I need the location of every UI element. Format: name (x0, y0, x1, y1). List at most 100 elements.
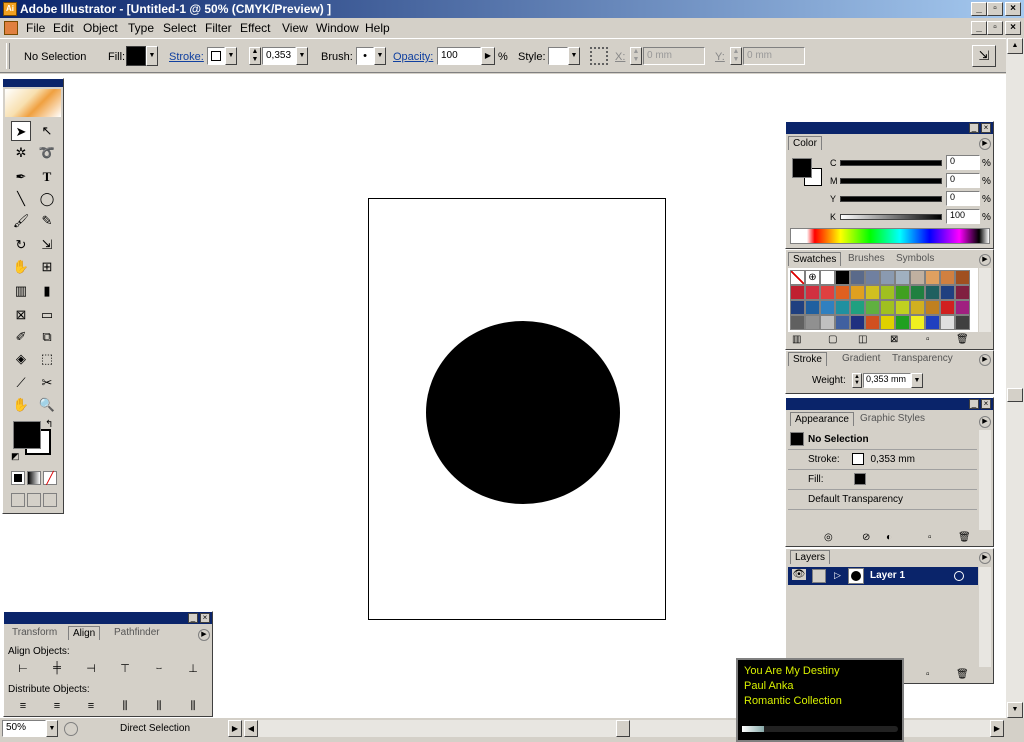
slice-tool-icon[interactable]: ⟋ (11, 373, 31, 393)
swatches-scrollbar[interactable] (979, 268, 991, 332)
color-fill-proxy[interactable] (792, 158, 812, 178)
appearance-close-icon[interactable]: × (981, 399, 991, 409)
delete-item-icon[interactable]: 🗑 (958, 532, 971, 543)
registration-swatch[interactable]: ⊕ (805, 270, 820, 285)
mesh-tool-icon[interactable]: ⊠ (11, 305, 31, 325)
align-close-icon[interactable]: × (200, 613, 210, 623)
align-vcenter-icon[interactable]: ⧿ (150, 662, 168, 676)
document-icon[interactable] (4, 21, 18, 35)
tab-align[interactable]: Align (68, 626, 101, 640)
zoom-tool-icon[interactable]: 🔍 (37, 395, 57, 415)
appearance-menu-icon[interactable]: ▶ (979, 416, 991, 428)
layer-visibility-icon[interactable]: 👁 (792, 569, 806, 580)
appearance-scrollbar[interactable] (979, 430, 991, 530)
tab-gradient[interactable]: Gradient (838, 352, 884, 366)
tab-transform[interactable]: Transform (8, 626, 61, 640)
opacity-field[interactable]: 100 (437, 47, 481, 65)
scale-tool-icon[interactable]: ⇲ (37, 235, 57, 255)
color-group-icon[interactable]: ◫ (858, 334, 867, 345)
color-swatch[interactable] (955, 270, 970, 285)
color-swatch[interactable] (880, 285, 895, 300)
full-screen-menu-mode-icon[interactable] (27, 493, 41, 507)
tab-transparency[interactable]: Transparency (888, 352, 957, 366)
type-tool-icon[interactable]: T (37, 167, 57, 187)
color-swatch[interactable] (820, 300, 835, 315)
color-swatch[interactable] (940, 270, 955, 285)
symbol-sprayer-tool-icon[interactable]: ▥ (11, 281, 31, 301)
new-layer-icon[interactable]: ▫ (926, 669, 930, 680)
gripper[interactable] (6, 43, 10, 69)
style-swatch[interactable] (548, 47, 568, 65)
color-swatch[interactable] (850, 315, 865, 330)
color-mode-icon[interactable] (11, 471, 25, 485)
opacity-arrow-icon[interactable]: ▶ (481, 47, 495, 65)
color-swatch[interactable] (895, 315, 910, 330)
status-menu-arrow-icon[interactable]: ▶ (228, 720, 242, 737)
tab-color[interactable]: Color (788, 136, 822, 150)
color-swatch[interactable] (850, 270, 865, 285)
color-swatch[interactable] (940, 285, 955, 300)
stroke-dropdown-icon[interactable]: ▼ (225, 47, 237, 65)
scroll-left-icon[interactable]: ◀ (244, 720, 258, 737)
layer-expand-icon[interactable]: ▷ (834, 570, 841, 581)
align-titlebar[interactable]: _ × (4, 612, 212, 624)
toolbox-titlebar[interactable] (3, 79, 63, 87)
rotate-tool-icon[interactable]: ↻ (11, 235, 31, 255)
zoom-dropdown-icon[interactable]: ▼ (46, 720, 58, 737)
doc-close-icon[interactable]: × (1005, 21, 1021, 35)
panel-minimize-icon[interactable]: _ (969, 123, 979, 133)
horizontal-scroll-thumb[interactable] (616, 720, 630, 737)
color-swatch[interactable] (955, 300, 970, 315)
tab-graphic-styles[interactable]: Graphic Styles (856, 412, 929, 426)
align-minimize-icon[interactable]: _ (188, 613, 198, 623)
channel-c-field[interactable]: 0 (946, 155, 980, 170)
standard-screen-mode-icon[interactable] (11, 493, 25, 507)
color-swatch[interactable] (865, 285, 880, 300)
stroke-swatch[interactable] (207, 47, 225, 65)
align-top-icon[interactable]: ⊤ (116, 662, 134, 676)
graph-tool-icon[interactable]: ▮ (37, 281, 57, 301)
warp-tool-icon[interactable]: ✋ (11, 257, 31, 277)
brush-swatch[interactable]: • (356, 47, 374, 65)
layer-name[interactable]: Layer 1 (870, 570, 905, 581)
control-menu-icon[interactable]: ⇲ (972, 45, 996, 67)
tab-stroke[interactable]: Stroke (788, 352, 827, 366)
doc-restore-icon[interactable]: ▫ (987, 21, 1003, 35)
menu-help[interactable]: Help (365, 21, 390, 35)
color-swatch[interactable] (880, 315, 895, 330)
color-panel-titlebar[interactable]: _ × (786, 122, 993, 134)
scissors-tool-icon[interactable]: ✂ (37, 373, 57, 393)
black-circle-shape[interactable] (426, 321, 620, 504)
ellipse-tool-icon[interactable]: ◯ (37, 189, 57, 209)
color-swatch[interactable] (895, 300, 910, 315)
channel-k-field[interactable]: 100 (946, 209, 980, 224)
stroke-menu-icon[interactable]: ▶ (979, 354, 991, 366)
align-bottom-icon[interactable]: ⊥ (184, 662, 202, 676)
menu-view[interactable]: View (282, 21, 308, 35)
align-hcenter-icon[interactable]: ╪ (48, 662, 66, 676)
tab-brushes[interactable]: Brushes (844, 252, 889, 266)
menu-select[interactable]: Select (163, 21, 196, 35)
menu-filter[interactable]: Filter (205, 21, 232, 35)
vertical-scroll-thumb[interactable] (1007, 388, 1023, 402)
layer-target-icon[interactable] (954, 571, 964, 581)
panel-menu-icon[interactable]: ▶ (979, 138, 991, 150)
media-player-popup[interactable]: You Are My Destiny Paul Anka Romantic Co… (736, 658, 904, 742)
swatch-options-icon[interactable]: ▢ (828, 334, 837, 345)
distribute-hcenter-icon[interactable]: ⫼ (150, 700, 168, 714)
brush-dropdown-icon[interactable]: ▼ (374, 47, 386, 65)
color-swatch[interactable] (835, 270, 850, 285)
color-swatch[interactable] (835, 285, 850, 300)
color-swatch[interactable] (790, 285, 805, 300)
color-swatch[interactable] (925, 300, 940, 315)
tab-symbols[interactable]: Symbols (892, 252, 938, 266)
opacity-label[interactable]: Opacity: (393, 51, 433, 63)
tab-appearance[interactable]: Appearance (790, 412, 854, 426)
color-swatch[interactable] (835, 315, 850, 330)
distribute-top-icon[interactable]: ≡ (14, 700, 32, 714)
appearance-new-art-icon[interactable]: ◎ (824, 532, 833, 543)
appearance-minimize-icon[interactable]: _ (969, 399, 979, 409)
appearance-transparency-row[interactable]: Default Transparency (788, 490, 977, 510)
color-swatch[interactable] (925, 270, 940, 285)
default-colors-icon[interactable]: ◩ (11, 451, 20, 462)
